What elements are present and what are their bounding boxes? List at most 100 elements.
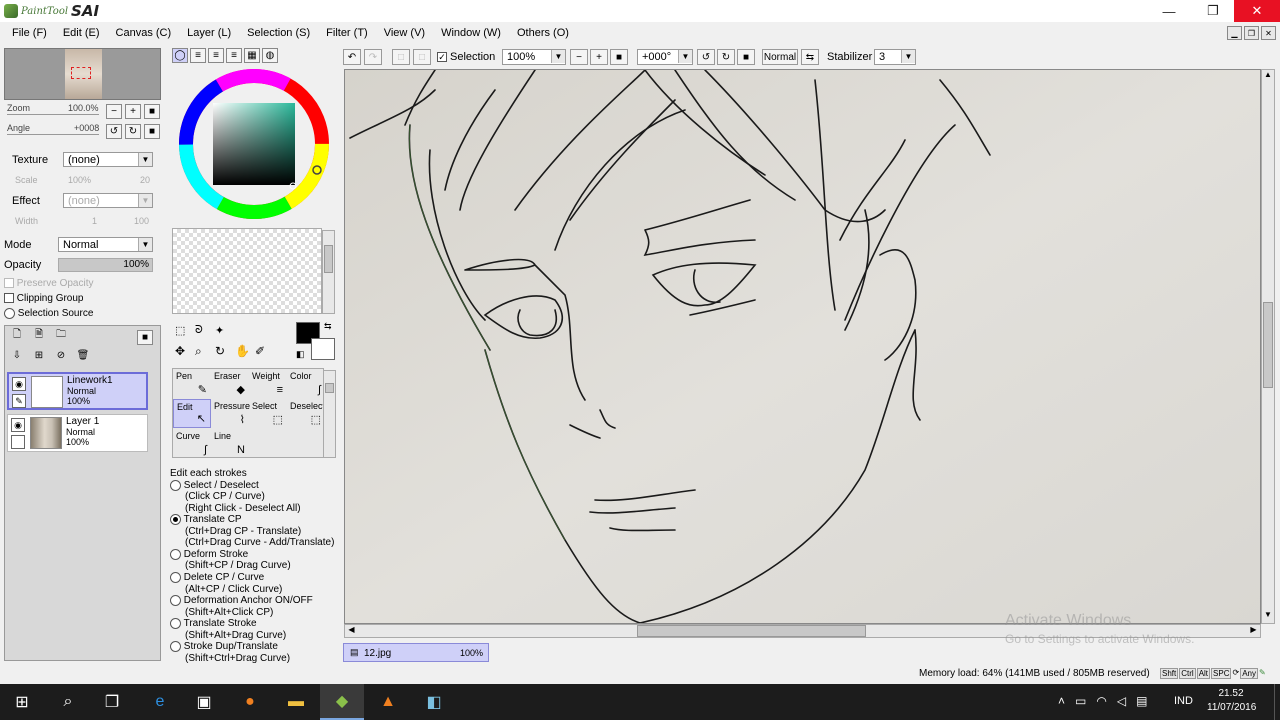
tool-curve[interactable]: Curve ∫ <box>173 429 211 458</box>
stabilizer-dropdown[interactable]: 3 ▼ <box>874 49 916 65</box>
hsv-slider-tab-icon[interactable]: ≡ <box>208 48 224 63</box>
undo-button[interactable]: ↶ <box>343 49 361 65</box>
app-icon-taskbar[interactable]: ◧ <box>412 684 456 720</box>
background-color[interactable] <box>311 338 335 360</box>
windows-start-icon[interactable]: ⊞ <box>0 684 44 720</box>
menu-window[interactable]: Window (W) <box>433 27 509 39</box>
lasso-icon[interactable]: ᘐ <box>195 324 211 338</box>
tool-color[interactable]: Color ∫ <box>287 369 325 398</box>
tool-deselect[interactable]: Deselect ⬚ <box>287 399 325 428</box>
canvas-vertical-scrollbar[interactable]: ▲ ▼ <box>1261 69 1275 624</box>
scroll-right-icon[interactable]: ▶ <box>1247 625 1260 637</box>
rotate-icon[interactable]: ↻ <box>215 344 231 358</box>
scratchpad-scrollbar[interactable] <box>322 230 335 314</box>
magic-wand-icon[interactable]: ✦ <box>215 324 231 338</box>
effect-dropdown[interactable]: (none) ▼ <box>63 193 153 208</box>
menu-edit[interactable]: Edit (E) <box>55 27 108 39</box>
chevron-up-icon[interactable]: ˄ <box>1058 694 1065 708</box>
battery-icon[interactable]: ▭ <box>1075 694 1086 708</box>
transparent-color-icon[interactable]: ◧ <box>296 349 305 360</box>
scrollbar-thumb[interactable] <box>1263 302 1273 388</box>
zoom-dropdown[interactable]: 100% ▼ <box>502 49 566 65</box>
edit-option-deform[interactable]: Deform Stroke <box>170 548 340 561</box>
scrollbar-thumb[interactable] <box>637 625 866 637</box>
move-icon[interactable]: ✥ <box>175 344 191 358</box>
navigator-preview[interactable] <box>4 48 161 100</box>
new-folder-icon[interactable]: 🗀 <box>53 328 69 343</box>
store-icon[interactable]: ▣ <box>182 684 226 720</box>
rotate-reset-button[interactable]: ■ <box>144 124 160 139</box>
trash-icon[interactable]: 🗑 <box>75 348 91 363</box>
rgb-slider-tab-icon[interactable]: ≡ <box>190 48 206 63</box>
scratchpad[interactable] <box>172 228 322 314</box>
opacity-slider[interactable]: 100% <box>58 258 153 272</box>
zoom-slider[interactable] <box>7 114 99 115</box>
rotate-reset-tb-button[interactable]: ■ <box>737 49 755 65</box>
scratchpad-tab-icon[interactable]: ◍ <box>262 48 278 63</box>
eyedropper-icon[interactable]: ✐ <box>255 344 271 358</box>
edit-option-translate-stroke[interactable]: Translate Stroke <box>170 618 340 630</box>
edit-option-anchor[interactable]: Deformation Anchor ON/OFF <box>170 595 340 607</box>
clipping-group-checkbox[interactable]: Clipping Group <box>4 293 84 304</box>
mode-dropdown[interactable]: Normal ▼ <box>58 237 153 252</box>
mdi-close-button[interactable]: ✕ <box>1261 26 1276 40</box>
zoom-in-button[interactable]: + <box>125 104 141 119</box>
lock-icon[interactable] <box>11 435 25 449</box>
texture-dropdown[interactable]: (none) ▼ <box>63 152 153 167</box>
minimize-button[interactable]: — <box>1146 0 1192 22</box>
color-wheel-tab-icon[interactable]: ◯ <box>172 48 188 63</box>
tool-line[interactable]: Line N <box>211 429 249 458</box>
merge-down-icon[interactable]: ⊞ <box>31 348 47 363</box>
menu-layer[interactable]: Layer (L) <box>179 27 239 39</box>
new-linework-icon[interactable]: 🗎 <box>31 328 47 343</box>
intermediate-tab-icon[interactable]: ≡ <box>226 48 242 63</box>
layer-mask-icon[interactable]: ■ <box>137 330 153 345</box>
close-button[interactable]: ✕ <box>1234 0 1280 22</box>
clock[interactable]: 21.52 11/07/2016 <box>1207 687 1256 715</box>
mdi-restore-button[interactable]: ❐ <box>1244 26 1259 40</box>
selection-source-radio[interactable]: Selection Source <box>4 308 93 319</box>
angle-slider[interactable] <box>7 134 99 135</box>
blend-mode-button[interactable]: Normal <box>762 49 798 65</box>
rotate-ccw-button[interactable]: ↺ <box>697 49 715 65</box>
new-layer-icon[interactable]: 🗋 <box>9 328 25 343</box>
notifications-icon[interactable]: ▤ <box>1136 694 1147 708</box>
mdi-minimize-button[interactable]: ▁ <box>1227 26 1242 40</box>
show-desktop-button[interactable] <box>1274 684 1280 720</box>
zoom-in-tb-button[interactable]: + <box>590 49 608 65</box>
tool-eraser[interactable]: Eraser ◆ <box>211 369 249 398</box>
deselect-button[interactable]: □ <box>392 49 410 65</box>
language-indicator[interactable]: IND <box>1174 695 1193 707</box>
flip-button[interactable]: ⇆ <box>801 49 819 65</box>
tool-pen[interactable]: Pen ✎ <box>173 369 211 398</box>
zoom-reset-button[interactable]: ■ <box>144 104 160 119</box>
zoom-out-button[interactable]: − <box>106 104 122 119</box>
search-icon[interactable]: ⌕ <box>46 684 90 720</box>
color-wheel[interactable] <box>178 68 330 220</box>
menu-others[interactable]: Others (O) <box>509 27 577 39</box>
file-explorer-icon[interactable]: ▬ <box>274 684 318 720</box>
layer-item-linework1[interactable]: ◉ ✎ Linework1 Normal 100% <box>7 372 148 410</box>
edit-option-delete[interactable]: Delete CP / Curve <box>170 571 340 584</box>
vlc-icon[interactable]: ▲ <box>366 684 410 720</box>
menu-filter[interactable]: Filter (T) <box>318 27 376 39</box>
redo-button[interactable]: ↷ <box>364 49 382 65</box>
zoom-out-tb-button[interactable]: − <box>570 49 588 65</box>
preserve-opacity-checkbox[interactable]: Preserve Opacity <box>4 278 93 289</box>
layer-item-layer1[interactable]: ◉ Layer 1 Normal 100% <box>7 414 148 452</box>
transfer-down-icon[interactable]: ⇩ <box>9 348 25 363</box>
eye-icon[interactable]: ◉ <box>11 418 25 432</box>
tool-grid-scrollbar[interactable] <box>323 370 336 458</box>
scroll-up-icon[interactable]: ▲ <box>1262 70 1274 83</box>
eye-icon[interactable]: ◉ <box>12 377 26 391</box>
tool-select[interactable]: Select ⬚ <box>249 399 287 428</box>
tool-weight[interactable]: Weight ≡ <box>249 369 287 398</box>
scroll-down-icon[interactable]: ▼ <box>1262 610 1274 623</box>
zoom-icon[interactable]: ⌕ <box>195 344 211 358</box>
angle-dropdown[interactable]: +000° ▼ <box>637 49 693 65</box>
canvas[interactable] <box>344 69 1261 624</box>
volume-icon[interactable]: ◁ <box>1117 694 1126 708</box>
rotate-left-button[interactable]: ↺ <box>106 124 122 139</box>
menu-view[interactable]: View (V) <box>376 27 433 39</box>
clear-layer-icon[interactable]: ⊘ <box>53 348 69 363</box>
